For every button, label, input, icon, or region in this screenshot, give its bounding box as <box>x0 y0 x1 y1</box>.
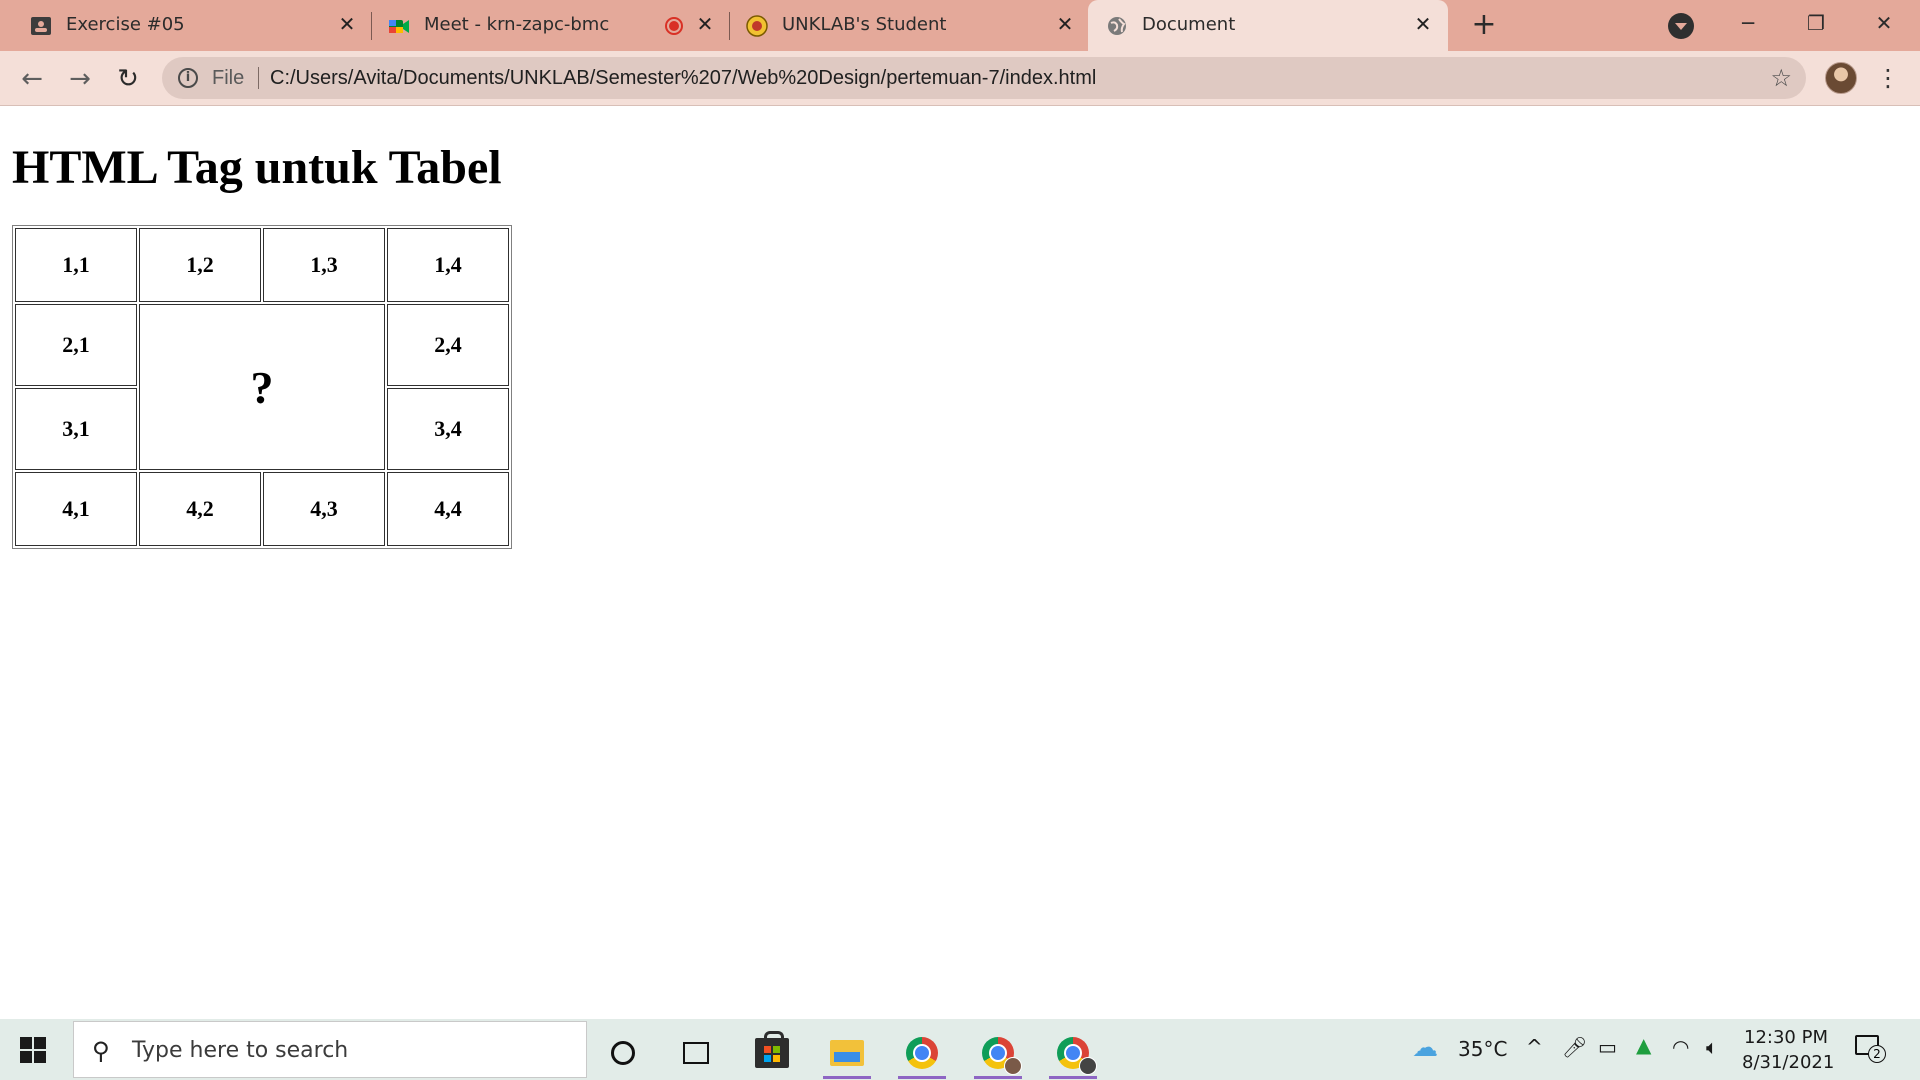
classroom-icon <box>31 17 51 35</box>
forward-button[interactable]: → <box>62 61 98 97</box>
tab-google-meet[interactable]: Meet - krn-zapc-bmc ✕ <box>372 0 728 51</box>
cortana-button[interactable] <box>595 1029 651 1077</box>
browser-menu-icon[interactable]: ⋮ <box>1876 61 1900 95</box>
new-tab-button[interactable]: + <box>1468 10 1500 42</box>
address-bar[interactable]: i File C:/Users/Avita/Documents/UNKLAB/S… <box>162 57 1806 99</box>
task-view-icon <box>683 1042 709 1064</box>
chrome-button[interactable] <box>894 1029 950 1079</box>
globe-icon <box>1108 17 1126 35</box>
table-cell: 3,1 <box>15 388 137 470</box>
bookmark-star-icon[interactable]: ☆ <box>1770 64 1792 92</box>
google-meet-icon <box>389 20 409 33</box>
file-explorer-button[interactable] <box>819 1029 875 1079</box>
restore-button[interactable]: ❐ <box>1796 6 1836 40</box>
web-page: HTML Tag untuk Tabel 1,1 1,2 1,3 1,4 2,1… <box>0 107 1920 1019</box>
notification-count: 2 <box>1868 1045 1886 1063</box>
volume-icon[interactable]: 🔈︎ <box>1706 1035 1718 1059</box>
table-row: 4,1 4,2 4,3 4,4 <box>15 472 509 546</box>
microphone-icon[interactable]: 🎤︎ <box>1562 1035 1587 1059</box>
table-cell: 3,4 <box>387 388 509 470</box>
page-title: HTML Tag untuk Tabel <box>12 141 502 194</box>
search-placeholder: Type here to search <box>132 1038 349 1063</box>
chrome-profile-icon <box>982 1037 1022 1075</box>
tab-exercise-05[interactable]: Exercise #05 ✕ <box>0 0 370 51</box>
table-cell: 4,3 <box>263 472 385 546</box>
table-cell: 1,3 <box>263 228 385 302</box>
address-scheme-label: File <box>212 67 245 89</box>
address-url[interactable]: C:/Users/Avita/Documents/UNKLAB/Semester… <box>270 67 1096 90</box>
file-explorer-icon <box>830 1040 864 1066</box>
action-center-button[interactable]: 2 <box>1855 1035 1886 1063</box>
table-cell: 1,4 <box>387 228 509 302</box>
profile-avatar[interactable] <box>1825 62 1857 94</box>
chrome-icon <box>906 1037 938 1069</box>
table-row: 2,1 ? 2,4 <box>15 304 509 470</box>
browser-tab-strip: Exercise #05 ✕ Meet - krn-zapc-bmc ✕ UNK… <box>0 0 1920 51</box>
taskbar-clock[interactable]: 12:30 PM 8/31/2021 <box>1742 1025 1835 1075</box>
recording-icon <box>665 17 683 35</box>
tab-title: Document <box>1142 14 1236 35</box>
close-window-button[interactable]: ✕ <box>1864 6 1904 40</box>
taskbar-search-box[interactable]: ⚲ Type here to search <box>73 1021 587 1078</box>
close-tab-icon[interactable]: ✕ <box>1054 13 1076 35</box>
microsoft-store-icon <box>755 1031 789 1068</box>
merged-center-cell: ? <box>139 304 385 470</box>
browser-toolbar: ← → ↻ i File C:/Users/Avita/Documents/UN… <box>0 51 1920 106</box>
table-cell: 1,2 <box>139 228 261 302</box>
table-cell: 1,1 <box>15 228 137 302</box>
windows-taskbar: ⚲ Type here to search ☁ 35°C ^ 🎤︎ ▭ ▲ ◠ … <box>0 1019 1920 1080</box>
minimize-button[interactable]: ─ <box>1728 6 1768 40</box>
weather-temperature[interactable]: 35°C <box>1458 1037 1507 1061</box>
windows-start-icon[interactable] <box>20 1037 47 1064</box>
task-view-button[interactable] <box>668 1029 724 1077</box>
tab-title: Meet - krn-zapc-bmc <box>424 14 610 35</box>
reload-button[interactable]: ↻ <box>110 61 146 97</box>
clock-date: 8/31/2021 <box>1742 1052 1835 1073</box>
site-info-icon[interactable]: i <box>178 68 198 88</box>
close-tab-icon[interactable]: ✕ <box>694 13 716 35</box>
unklab-logo-icon <box>746 15 768 37</box>
demo-table: 1,1 1,2 1,3 1,4 2,1 ? 2,4 3,1 3,4 4,1 4,… <box>12 225 512 549</box>
search-icon: ⚲ <box>92 1037 110 1065</box>
show-hidden-icons-chevron-icon[interactable]: ^ <box>1526 1035 1543 1059</box>
address-divider <box>258 67 259 89</box>
chrome-profile-button-2[interactable] <box>1045 1029 1101 1079</box>
clock-time: 12:30 PM <box>1744 1027 1828 1048</box>
back-button[interactable]: ← <box>14 61 50 97</box>
green-triangle-app-icon[interactable]: ▲ <box>1636 1033 1651 1057</box>
battery-icon[interactable]: ▭ <box>1598 1035 1617 1059</box>
close-tab-icon[interactable]: ✕ <box>336 13 358 35</box>
table-row: 1,1 1,2 1,3 1,4 <box>15 228 509 302</box>
store-button[interactable] <box>744 1029 800 1077</box>
tab-title: UNKLAB's Student <box>782 14 947 35</box>
chrome-profile-button[interactable] <box>970 1029 1026 1079</box>
table-cell: 4,1 <box>15 472 137 546</box>
tab-document[interactable]: Document ✕ <box>1088 0 1448 51</box>
close-tab-icon[interactable]: ✕ <box>1412 13 1434 35</box>
weather-cloud-icon[interactable]: ☁ <box>1412 1033 1438 1063</box>
table-cell: 4,4 <box>387 472 509 546</box>
cortana-icon <box>611 1041 635 1065</box>
table-cell: 2,4 <box>387 304 509 386</box>
tab-search-button[interactable] <box>1668 13 1694 39</box>
chrome-profile-icon <box>1057 1037 1097 1075</box>
table-cell: 4,2 <box>139 472 261 546</box>
wifi-icon[interactable]: ◠ <box>1672 1035 1689 1059</box>
tab-unklab-student[interactable]: UNKLAB's Student ✕ <box>730 0 1088 51</box>
table-cell: 2,1 <box>15 304 137 386</box>
tab-title: Exercise #05 <box>66 14 185 35</box>
